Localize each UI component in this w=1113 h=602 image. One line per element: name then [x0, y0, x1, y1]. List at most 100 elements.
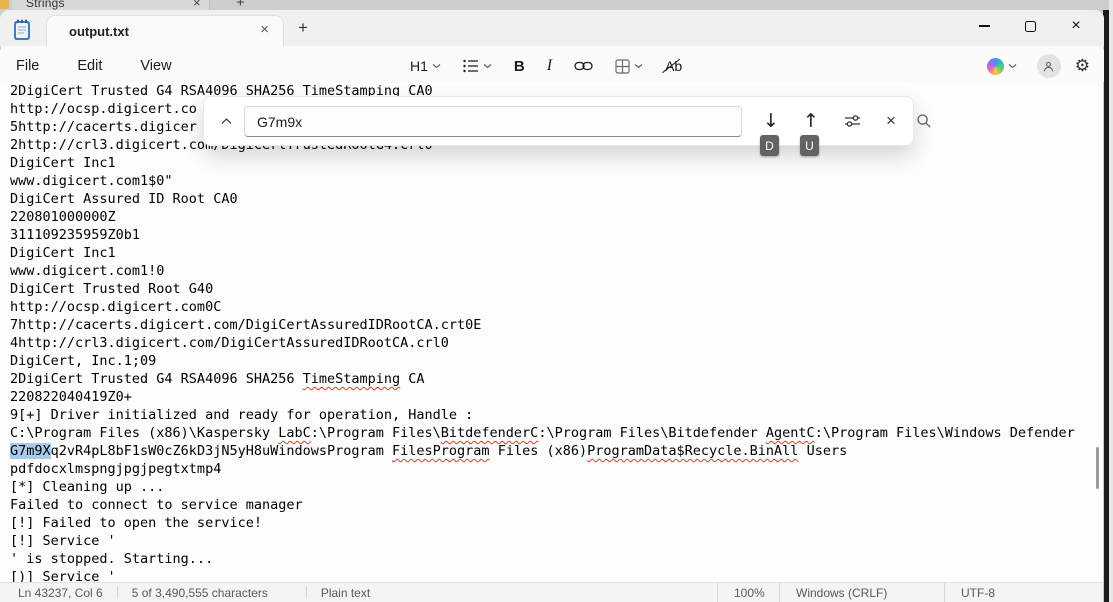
italic-label: I	[547, 57, 552, 75]
text-segment: :\Program Files\Bitdefender	[538, 425, 766, 441]
maximize-icon	[1025, 21, 1036, 32]
editor-row[interactable]: 2DigiCert Trusted G4 RSA4096 SHA256 Time…	[10, 370, 1103, 388]
editor-row[interactable]: pdfdocxlmspngjpgjpegtxtmp4	[10, 460, 1103, 478]
find-input[interactable]	[244, 106, 742, 137]
editor-row[interactable]: 4http://crl3.digicert.com/DigiCertAssure…	[10, 334, 1103, 352]
settings-button[interactable]: ⚙	[1075, 56, 1090, 76]
new-tab-button[interactable]: +	[298, 19, 308, 36]
close-icon: ×	[1071, 18, 1080, 34]
close-button[interactable]: ×	[1053, 10, 1099, 42]
copilot-button[interactable]	[981, 55, 1023, 78]
link-button[interactable]	[568, 57, 599, 75]
list-button[interactable]	[457, 56, 498, 76]
editor-content[interactable]: 2DigiCert Trusted G4 RSA4096 SHA256 Time…	[0, 82, 1103, 582]
editor-row[interactable]: [*] Cleaning up ...	[10, 478, 1103, 496]
editor-row[interactable]: DigiCert Inc1	[10, 244, 1103, 262]
editor-row[interactable]: 220822040419Z0+	[10, 388, 1103, 406]
editor-row[interactable]: [!] Failed to open the service!	[10, 514, 1103, 532]
text-segment: DigiCert Assured ID Root CA0	[10, 191, 238, 207]
editor-row[interactable]: Failed to connect to service manager	[10, 496, 1103, 514]
background-new-tab-icon[interactable]: +	[236, 0, 245, 10]
bold-label: B	[514, 58, 525, 75]
minimize-icon	[979, 25, 990, 26]
minimize-button[interactable]	[961, 10, 1007, 42]
menu-view[interactable]: View	[136, 56, 175, 76]
background-tab-title: Strings	[26, 0, 65, 10]
editor-row[interactable]: C:\Program Files (x86)\Kaspersky LabC:\P…	[10, 424, 1103, 442]
text-segment: 220801000000Z	[10, 209, 116, 225]
link-icon	[574, 60, 593, 72]
misspelled-word: LabC	[278, 425, 311, 441]
maximize-button[interactable]	[1007, 10, 1053, 42]
menu-file[interactable]: File	[12, 56, 43, 76]
chevron-down-icon	[483, 63, 492, 69]
background-tab-strings[interactable]: Strings ×	[12, 0, 210, 10]
background-window-tabbar: Strings × +	[0, 0, 1113, 10]
status-doc-type[interactable]: Plain text	[307, 583, 370, 602]
status-zoom-level[interactable]: 100%	[717, 583, 779, 602]
text-segment: :\Program Files\Windows Defender	[815, 425, 1075, 441]
notepad-window: output.txt × + × File Edit View H1	[0, 10, 1104, 602]
editor-row[interactable]: DigiCert, Inc.1;09	[10, 352, 1103, 370]
find-options-button[interactable]	[837, 105, 867, 137]
chevron-up-icon	[221, 118, 232, 125]
clear-formatting-button[interactable]: Ab	[659, 55, 688, 77]
table-button[interactable]	[609, 56, 649, 77]
editor-row[interactable]: G7m9Xq2vR4pL8bF1sW0cZ6kD3jN5yH8uWindowsP…	[10, 442, 1103, 460]
keytip-down: D	[760, 135, 779, 156]
search-match-highlight: G7m9X	[10, 443, 51, 459]
menu-edit[interactable]: Edit	[73, 56, 106, 76]
editor-row[interactable]: 7http://cacerts.digicert.com/DigiCertAss…	[10, 316, 1103, 334]
text-segment: CA	[400, 371, 424, 387]
editor-row[interactable]: 311109235959Z0b1	[10, 226, 1103, 244]
status-bar: Ln 43237, Col 6 5 of 3,490,555 character…	[0, 582, 1103, 602]
editor-row[interactable]: http://ocsp.digicert.com0C	[10, 298, 1103, 316]
editor-row[interactable]: ' is stopped. Starting...	[10, 550, 1103, 568]
status-cursor-position[interactable]: Ln 43237, Col 6	[0, 583, 117, 602]
text-segment: www.digicert.com1$0"	[10, 173, 173, 189]
heading-style-button[interactable]: H1	[404, 55, 447, 77]
search-icon[interactable]	[916, 113, 932, 129]
status-line-endings[interactable]: Windows (CRLF)	[779, 583, 944, 602]
scrollbar-thumb[interactable]	[1096, 447, 1099, 489]
editor-row[interactable]: DigiCert Inc1	[10, 154, 1103, 172]
text-segment: [)] Service '	[10, 569, 116, 582]
background-tab-close-icon[interactable]: ×	[193, 0, 201, 10]
text-segment: Failed to connect to service manager	[10, 497, 303, 513]
text-segment: http://ocsp.digicert.co	[10, 101, 197, 117]
list-icon	[463, 59, 479, 73]
editor-row[interactable]: 9[+] Driver initialized and ready for op…	[10, 406, 1103, 424]
find-collapse-button[interactable]	[212, 107, 240, 135]
find-previous-button[interactable]: ↑	[796, 105, 826, 137]
bold-button[interactable]: B	[508, 55, 531, 78]
text-segment: 7http://cacerts.digicert.com/DigiCertAss…	[10, 317, 481, 333]
table-icon	[615, 59, 630, 74]
tab-title: output.txt	[69, 24, 129, 39]
tab-close-icon[interactable]: ×	[260, 21, 269, 38]
editor-row[interactable]: DigiCert Trusted Root G40	[10, 280, 1103, 298]
text-segment: 2DigiCert Trusted G4 RSA4096 SHA256	[10, 371, 303, 387]
tab-output-txt[interactable]: output.txt ×	[46, 15, 284, 46]
editor-row[interactable]: DigiCert Assured ID Root CA0	[10, 190, 1103, 208]
editor-row[interactable]: www.digicert.com1$0"	[10, 172, 1103, 190]
notepad-app-icon	[12, 19, 32, 41]
status-encoding[interactable]: UTF-8	[944, 583, 1103, 602]
editor-row[interactable]: www.digicert.com1!0	[10, 262, 1103, 280]
account-button[interactable]	[1037, 54, 1061, 78]
text-segment: DigiCert Inc1	[10, 245, 116, 261]
chevron-down-icon	[432, 63, 441, 69]
misspelled-word: ProgramData$Recycle.BinAll	[587, 443, 798, 459]
text-segment: 220822040419Z0+	[10, 389, 132, 405]
find-next-button[interactable]: ↓	[756, 105, 786, 137]
italic-button[interactable]: I	[541, 54, 558, 78]
chevron-down-icon	[1008, 63, 1017, 69]
text-segment: Files (x86)	[490, 443, 588, 459]
status-character-count[interactable]: 5 of 3,490,555 characters	[118, 583, 306, 602]
find-close-button[interactable]: ×	[876, 105, 906, 137]
title-bar: output.txt × + ×	[0, 10, 1104, 46]
text-segment: [!] Failed to open the service!	[10, 515, 262, 531]
text-segment: DigiCert Trusted Root G40	[10, 281, 213, 297]
editor-row[interactable]: [)] Service '	[10, 568, 1103, 582]
editor-row[interactable]: [!] Service '	[10, 532, 1103, 550]
editor-row[interactable]: 220801000000Z	[10, 208, 1103, 226]
